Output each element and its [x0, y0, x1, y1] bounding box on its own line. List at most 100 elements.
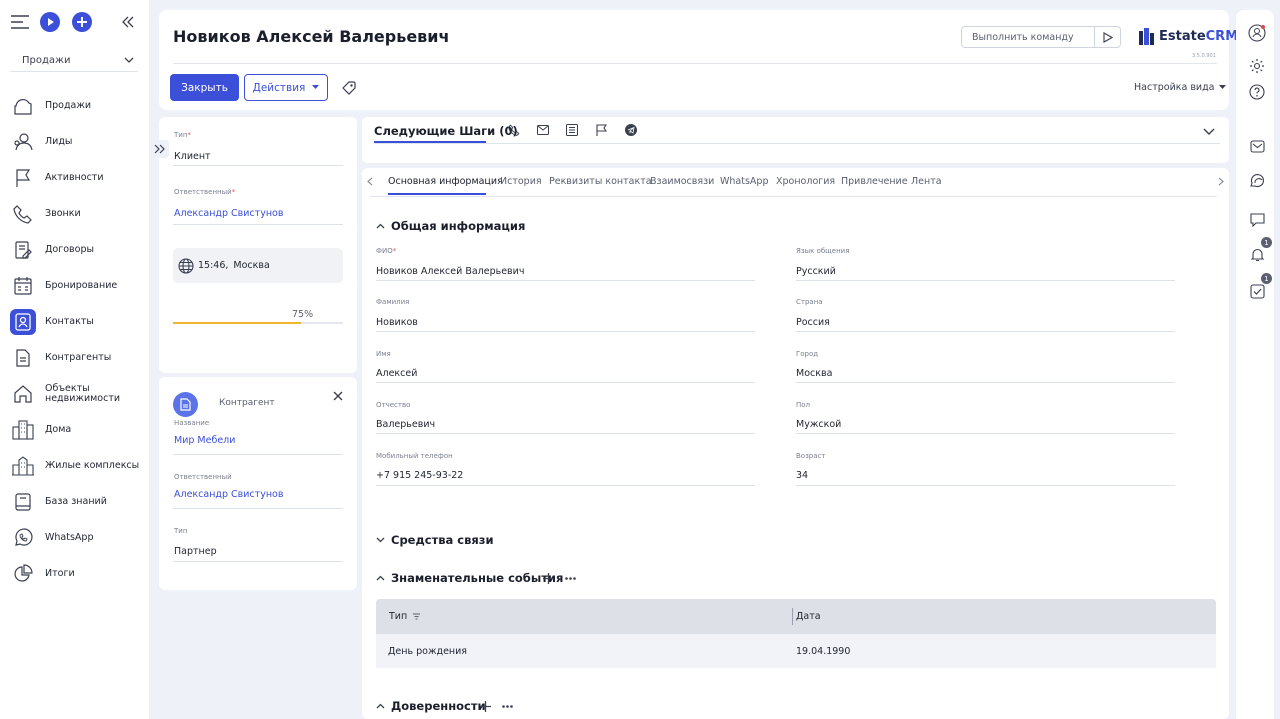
telegram-icon[interactable]: [625, 124, 637, 136]
document-icon: [180, 398, 191, 411]
note-icon[interactable]: [566, 124, 578, 136]
sidebar-item-activities[interactable]: Активности: [0, 160, 149, 196]
local-city: Москва: [233, 260, 270, 271]
tabs-scroll-left-icon[interactable]: [367, 177, 373, 186]
sidebar-item-leads[interactable]: Лиды: [0, 124, 149, 160]
type-value[interactable]: Клиент: [174, 151, 211, 162]
close-button[interactable]: Закрыть: [170, 74, 239, 101]
tag-icon[interactable]: [341, 80, 357, 96]
send-command-icon[interactable]: [1094, 27, 1120, 47]
tab-feed[interactable]: Лента: [911, 176, 942, 187]
add-poa-icon[interactable]: [480, 701, 491, 712]
sidebar-item-totals[interactable]: Итоги: [0, 556, 149, 592]
progress-fill: [173, 322, 301, 324]
events-section[interactable]: Знаменательные события: [376, 571, 563, 585]
user-profile-icon[interactable]: [1246, 22, 1268, 44]
next-steps-title[interactable]: Следующие Шаги (0): [374, 124, 518, 138]
more-icon[interactable]: [502, 705, 513, 708]
chevron-down-icon: [376, 537, 385, 543]
section-select[interactable]: Продажи: [10, 50, 138, 72]
phone-icon[interactable]: [508, 124, 520, 136]
help-icon[interactable]: [1246, 81, 1268, 103]
actions-button-label: Действия: [252, 81, 306, 94]
general-info-section[interactable]: Общая информация: [376, 219, 525, 233]
cp-name-label: Название: [174, 419, 210, 427]
tab-main-info[interactable]: Основная информация: [388, 176, 503, 187]
document-icon: [10, 345, 36, 371]
mail-icon[interactable]: [1246, 135, 1268, 157]
contacts-icon: [10, 309, 36, 335]
leads-icon: [10, 129, 36, 155]
tab-history[interactable]: История: [500, 176, 542, 187]
local-time-box: 15:46, Москва: [173, 248, 343, 283]
fio-value[interactable]: Новиков Алексей Валерьевич: [376, 266, 524, 277]
local-time: 15:46,: [198, 260, 229, 271]
language-value[interactable]: Русский: [796, 266, 836, 277]
sidebar-item-contacts[interactable]: Контакты: [0, 304, 149, 340]
actions-button[interactable]: Действия: [244, 74, 328, 101]
sidebar-item-complexes[interactable]: Жилые комплексы: [0, 448, 149, 484]
tab-whatsapp[interactable]: WhatsApp: [720, 176, 768, 187]
progress-percent: 75%: [292, 309, 314, 320]
sidebar-item-whatsapp[interactable]: WhatsApp: [0, 520, 149, 556]
chevron-down-icon: [124, 57, 134, 63]
sidebar-item-booking[interactable]: Бронирование: [0, 268, 149, 304]
gender-value[interactable]: Мужской: [796, 419, 841, 430]
tab-acquisition[interactable]: Привлечение: [841, 176, 908, 187]
tab-timeline[interactable]: Хронология: [776, 176, 835, 187]
sidebar-item-counterparties[interactable]: Контрагенты: [0, 340, 149, 376]
menu-icon[interactable]: [10, 15, 30, 29]
gear-icon[interactable]: [1246, 55, 1268, 77]
sidebar-item-houses[interactable]: Дома: [0, 412, 149, 448]
tabs-scroll-right-icon[interactable]: [1218, 177, 1224, 186]
comment-icon[interactable]: [1246, 208, 1268, 230]
cp-owner-link[interactable]: Александр Свистунов: [174, 489, 283, 500]
comms-section[interactable]: Средства связи: [376, 533, 494, 547]
collapse-sidebar-icon[interactable]: [121, 16, 135, 28]
more-icon[interactable]: [565, 577, 576, 580]
owner-link[interactable]: Александр Свистунов: [174, 208, 283, 219]
add-icon[interactable]: [72, 12, 92, 32]
flag-icon: [10, 165, 36, 191]
lastname-value[interactable]: Новиков: [376, 317, 418, 328]
play-icon[interactable]: [40, 12, 60, 32]
firstname-value[interactable]: Алексей: [376, 368, 417, 379]
home-icon: [10, 381, 36, 407]
section-select-value: Продажи: [22, 55, 71, 66]
logo-text: Estate: [1159, 28, 1206, 44]
sales-icon: [10, 93, 36, 119]
sidebar-item-knowledge-base[interactable]: База знаний: [0, 484, 149, 520]
sidebar-item-contracts[interactable]: Договоры: [0, 232, 149, 268]
owner-label: Ответственный*: [174, 188, 236, 196]
mail-icon[interactable]: [537, 125, 549, 135]
lastname-label: Фамилия: [376, 298, 410, 306]
country-value[interactable]: Россия: [796, 317, 830, 328]
chat-icon[interactable]: [1246, 171, 1268, 193]
cp-name-link[interactable]: Мир Мебели: [174, 435, 235, 446]
city-value[interactable]: Москва: [796, 368, 832, 379]
chevron-down-icon[interactable]: [1203, 128, 1215, 136]
close-icon[interactable]: [333, 391, 343, 401]
sidebar-item-real-estate[interactable]: Объекты недвижимости: [0, 376, 149, 412]
patronymic-value[interactable]: Валерьевич: [376, 419, 435, 430]
chevron-up-icon: [376, 223, 385, 229]
poa-section[interactable]: Доверенности: [376, 699, 486, 713]
expand-panel-icon[interactable]: [151, 140, 169, 158]
counterparty-heading: Контрагент: [219, 398, 275, 408]
sidebar-item-sales[interactable]: Продажи: [0, 88, 149, 124]
command-input[interactable]: Выполнить команду: [961, 26, 1121, 48]
col-date-header[interactable]: Дата: [796, 611, 821, 622]
age-value[interactable]: 34: [796, 470, 808, 481]
tab-relations[interactable]: Взаимосвязи: [650, 176, 714, 187]
firstname-label: Имя: [376, 350, 391, 358]
sidebar-item-calls[interactable]: Звонки: [0, 196, 149, 232]
col-type-header[interactable]: Тип: [389, 611, 421, 622]
mobile-value[interactable]: +7 915 245-93-22: [376, 470, 463, 481]
view-settings-button[interactable]: Настройка вида: [1134, 82, 1227, 93]
calendar-icon: [10, 273, 36, 299]
notifications-badge: 1: [1261, 237, 1272, 248]
tab-contact-details[interactable]: Реквизиты контакта: [549, 176, 652, 187]
add-event-icon[interactable]: [543, 573, 554, 584]
cp-owner-label: Ответственный: [174, 473, 232, 481]
flag-icon[interactable]: [596, 124, 607, 136]
